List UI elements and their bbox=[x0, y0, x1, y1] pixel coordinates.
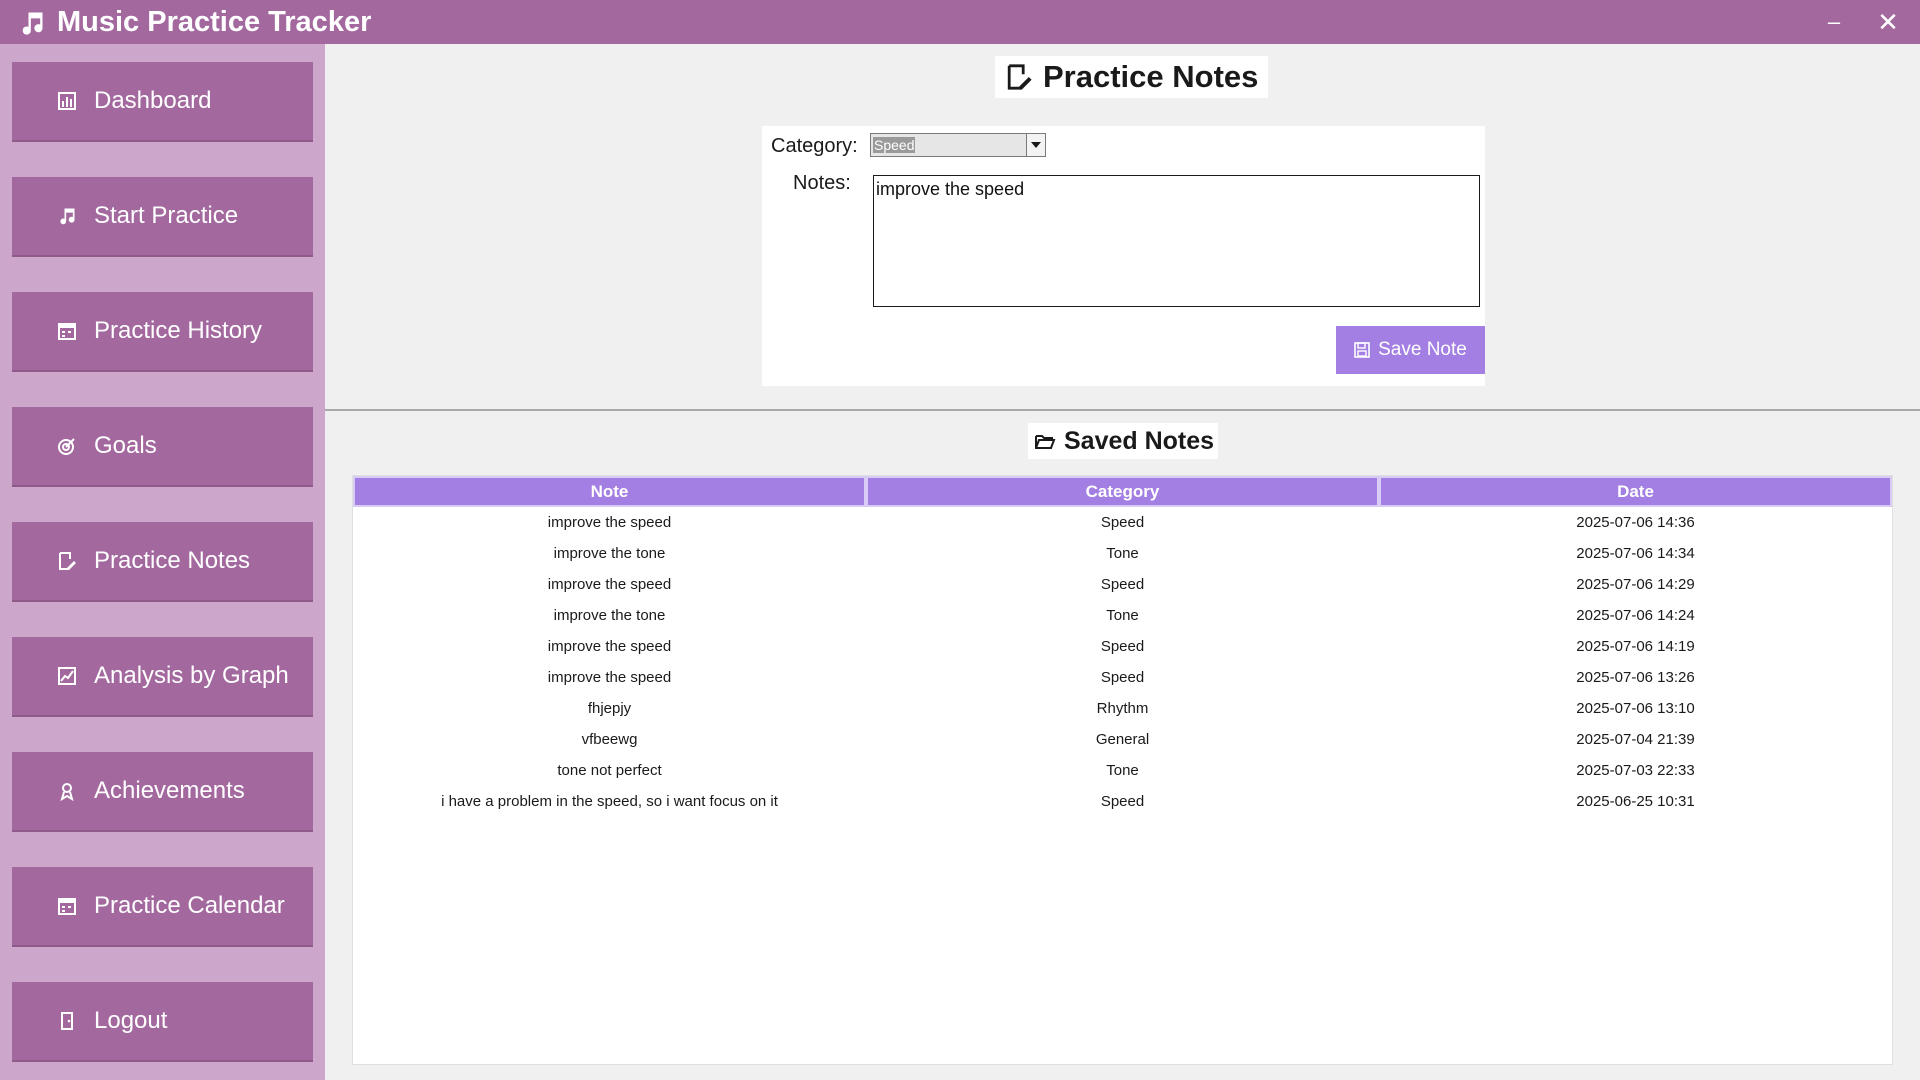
main-content: Practice Notes Category: Speed Notes: im… bbox=[325, 44, 1920, 1080]
column-header-date[interactable]: Date bbox=[1379, 476, 1892, 507]
saved-notes-table[interactable]: Note Category Date improve the speed Spe… bbox=[352, 475, 1893, 1065]
sidebar-item-practice-notes[interactable]: Practice Notes bbox=[12, 522, 313, 602]
graph-icon bbox=[56, 665, 78, 687]
sidebar-item-achievements[interactable]: Achievements bbox=[12, 752, 313, 832]
table-row[interactable]: improve the speed Speed 2025-07-06 13:26 bbox=[353, 662, 1894, 693]
table-row[interactable]: improve the speed Speed 2025-07-06 14:29 bbox=[353, 569, 1894, 600]
date-cell: 2025-07-06 14:19 bbox=[1576, 638, 1695, 655]
saved-notes-title-text: Saved Notes bbox=[1064, 426, 1215, 455]
chevron-down-icon[interactable] bbox=[1026, 134, 1045, 156]
category-cell: Speed bbox=[1100, 514, 1145, 531]
category-cell: Speed bbox=[1100, 793, 1145, 810]
table-row[interactable]: fhjepjy Rhythm 2025-07-06 13:10 bbox=[353, 693, 1894, 724]
sidebar-item-label: Start Practice bbox=[94, 202, 239, 229]
table-row[interactable]: i have a problem in the speed, so i want… bbox=[353, 786, 1894, 817]
sidebar-item-practice-history[interactable]: Practice History bbox=[12, 292, 313, 372]
music-note-icon bbox=[56, 205, 78, 227]
sidebar: Dashboard Start Practice Practice Histor… bbox=[0, 44, 325, 1080]
category-cell: Speed bbox=[1100, 669, 1145, 686]
title-bar: Music Practice Tracker – ✕ bbox=[0, 0, 1920, 44]
date-cell: 2025-07-06 14:34 bbox=[1576, 545, 1695, 562]
column-header-note[interactable]: Note bbox=[353, 476, 866, 507]
sidebar-item-goals[interactable]: Goals bbox=[12, 407, 313, 487]
date-cell: 2025-07-03 22:33 bbox=[1576, 762, 1695, 779]
sidebar-item-label: Practice History bbox=[94, 317, 263, 344]
sidebar-item-dashboard[interactable]: Dashboard bbox=[12, 62, 313, 142]
date-cell: 2025-07-06 14:24 bbox=[1576, 607, 1695, 624]
door-icon bbox=[56, 1010, 78, 1032]
note-cell: improve the tone bbox=[553, 545, 666, 562]
note-cell: improve the speed bbox=[547, 514, 672, 531]
music-note-icon bbox=[22, 12, 43, 35]
chart-icon bbox=[56, 90, 78, 112]
sidebar-item-analysis-by-graph[interactable]: Analysis by Graph bbox=[12, 637, 313, 717]
category-cell: Tone bbox=[1106, 545, 1139, 562]
note-cell: improve the speed bbox=[547, 576, 672, 593]
table-row[interactable]: improve the speed Speed 2025-07-06 14:36 bbox=[353, 507, 1894, 538]
app-title: Music Practice Tracker bbox=[57, 6, 372, 38]
table-row[interactable]: vfbeewg General 2025-07-04 21:39 bbox=[353, 724, 1894, 755]
table-row[interactable]: improve the speed Speed 2025-07-06 14:19 bbox=[353, 631, 1894, 662]
trophy-icon bbox=[56, 780, 78, 802]
calendar-icon bbox=[56, 320, 78, 342]
sidebar-item-label: Analysis by Graph bbox=[94, 662, 289, 689]
saved-notes-title: Saved Notes bbox=[1028, 423, 1219, 459]
date-cell: 2025-07-06 13:26 bbox=[1576, 669, 1695, 686]
page-title-text: Practice Notes bbox=[1043, 59, 1259, 94]
page-title: Practice Notes bbox=[995, 56, 1269, 98]
sidebar-item-label: Achievements bbox=[94, 777, 245, 804]
note-cell: i have a problem in the speed, so i want… bbox=[441, 793, 778, 810]
sidebar-item-label: Dashboard bbox=[94, 87, 212, 114]
date-cell: 2025-07-06 13:10 bbox=[1576, 700, 1695, 717]
minimize-button[interactable]: – bbox=[1814, 6, 1854, 38]
sidebar-item-label: Practice Calendar bbox=[94, 892, 285, 919]
category-selected-value: Speed bbox=[873, 137, 916, 153]
sidebar-item-label: Logout bbox=[94, 1007, 168, 1034]
category-select[interactable]: Speed bbox=[870, 133, 1046, 157]
target-icon bbox=[56, 435, 78, 457]
column-header-category[interactable]: Category bbox=[866, 476, 1379, 507]
note-cell: vfbeewg bbox=[581, 731, 638, 748]
section-divider bbox=[325, 409, 1920, 411]
edit-note-icon bbox=[56, 550, 78, 572]
note-form: Category: Speed Notes: improve the speed… bbox=[762, 126, 1485, 386]
note-cell: tone not perfect bbox=[557, 762, 662, 779]
date-cell: 2025-07-04 21:39 bbox=[1576, 731, 1695, 748]
note-cell: improve the tone bbox=[553, 607, 666, 624]
sidebar-item-logout[interactable]: Logout bbox=[12, 982, 313, 1062]
notes-label: Notes: bbox=[793, 172, 851, 194]
note-cell: improve the speed bbox=[547, 669, 672, 686]
sidebar-item-label: Practice Notes bbox=[94, 547, 251, 574]
close-button[interactable]: ✕ bbox=[1868, 6, 1908, 38]
category-cell: Tone bbox=[1106, 607, 1139, 624]
sidebar-item-label: Goals bbox=[94, 432, 157, 459]
category-cell: Rhythm bbox=[1096, 700, 1149, 717]
table-row[interactable]: tone not perfect Tone 2025-07-03 22:33 bbox=[353, 755, 1894, 786]
sidebar-item-practice-calendar[interactable]: Practice Calendar bbox=[12, 867, 313, 947]
save-note-button[interactable]: Save Note bbox=[1336, 326, 1485, 374]
category-cell: Tone bbox=[1106, 762, 1139, 779]
notes-textarea[interactable]: improve the speed bbox=[873, 175, 1480, 307]
date-cell: 2025-07-06 14:29 bbox=[1576, 576, 1695, 593]
floppy-disk-icon bbox=[1354, 342, 1370, 358]
date-cell: 2025-07-06 14:36 bbox=[1576, 514, 1695, 531]
category-cell: Speed bbox=[1100, 638, 1145, 655]
note-cell: improve the speed bbox=[547, 638, 672, 655]
note-cell: fhjepjy bbox=[587, 700, 632, 717]
edit-note-icon bbox=[1007, 64, 1032, 90]
sidebar-item-start-practice[interactable]: Start Practice bbox=[12, 177, 313, 257]
date-cell: 2025-06-25 10:31 bbox=[1576, 793, 1695, 810]
calendar-icon bbox=[56, 895, 78, 917]
table-header: Note Category Date bbox=[353, 476, 1894, 507]
category-cell: Speed bbox=[1100, 576, 1145, 593]
folder-open-icon bbox=[1035, 435, 1056, 449]
save-note-label: Save Note bbox=[1378, 339, 1467, 360]
table-row[interactable]: improve the tone Tone 2025-07-06 14:34 bbox=[353, 538, 1894, 569]
category-cell: General bbox=[1095, 731, 1150, 748]
category-label: Category: bbox=[771, 135, 858, 157]
table-row[interactable]: improve the tone Tone 2025-07-06 14:24 bbox=[353, 600, 1894, 631]
